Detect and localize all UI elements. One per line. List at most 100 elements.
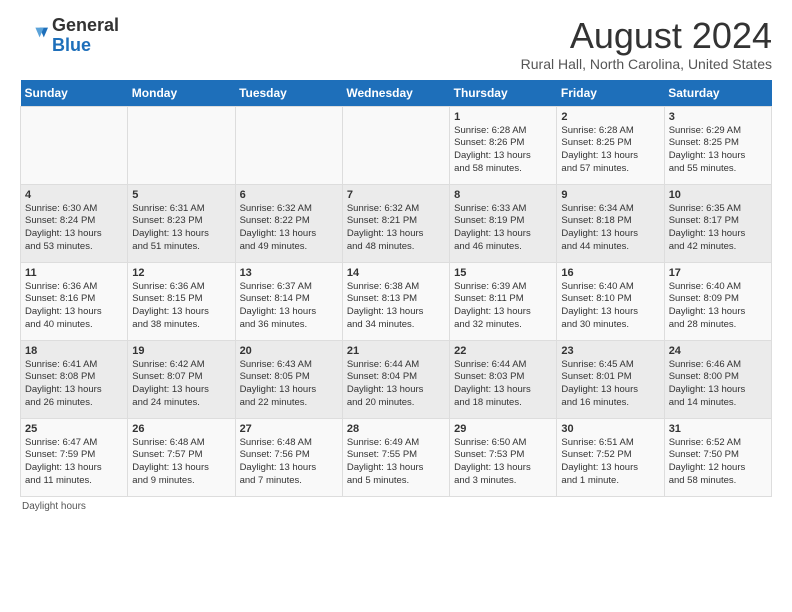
day-number: 11 bbox=[25, 267, 123, 279]
calendar-cell: 19Sunrise: 6:42 AM Sunset: 8:07 PM Dayli… bbox=[128, 340, 235, 418]
day-info: Sunrise: 6:40 AM Sunset: 8:10 PM Dayligh… bbox=[561, 281, 659, 332]
calendar-cell: 27Sunrise: 6:48 AM Sunset: 7:56 PM Dayli… bbox=[235, 418, 342, 496]
day-info: Sunrise: 6:42 AM Sunset: 8:07 PM Dayligh… bbox=[132, 359, 230, 410]
day-info: Sunrise: 6:52 AM Sunset: 7:50 PM Dayligh… bbox=[669, 437, 767, 488]
day-number: 23 bbox=[561, 345, 659, 357]
calendar-cell: 28Sunrise: 6:49 AM Sunset: 7:55 PM Dayli… bbox=[342, 418, 449, 496]
calendar-week-row: 4Sunrise: 6:30 AM Sunset: 8:24 PM Daylig… bbox=[21, 184, 772, 262]
day-info: Sunrise: 6:50 AM Sunset: 7:53 PM Dayligh… bbox=[454, 437, 552, 488]
day-number: 21 bbox=[347, 345, 445, 357]
calendar-cell: 24Sunrise: 6:46 AM Sunset: 8:00 PM Dayli… bbox=[664, 340, 771, 418]
day-number: 10 bbox=[669, 189, 767, 201]
calendar-cell: 2Sunrise: 6:28 AM Sunset: 8:25 PM Daylig… bbox=[557, 106, 664, 184]
calendar-cell bbox=[21, 106, 128, 184]
calendar-week-row: 25 Sunrise: 6:47 AM Sunset: 7:59 PM Dayli… bbox=[21, 418, 772, 496]
calendar-header-row: SundayMondayTuesdayWednesdayThursdayFrid… bbox=[21, 80, 772, 107]
calendar-header-wednesday: Wednesday bbox=[342, 80, 449, 107]
day-info: Sunrise: 6:31 AM Sunset: 8:23 PM Dayligh… bbox=[132, 203, 230, 254]
day-info: Sunrise: 6:46 AM Sunset: 8:00 PM Dayligh… bbox=[669, 359, 767, 410]
day-info: Sunrise: 6:29 AM Sunset: 8:25 PM Dayligh… bbox=[669, 125, 767, 176]
calendar-table: SundayMondayTuesdayWednesdayThursdayFrid… bbox=[20, 80, 772, 497]
day-info: Sunrise: 6:44 AM Sunset: 8:03 PM Dayligh… bbox=[454, 359, 552, 410]
calendar-cell: 29 Sunrise: 6:50 AM Sunset: 7:53 PM Dayli… bbox=[450, 418, 557, 496]
subtitle: Rural Hall, North Carolina, United State… bbox=[521, 56, 772, 72]
day-info: Sunrise: 6:28 AM Sunset: 8:26 PM Dayligh… bbox=[454, 125, 552, 176]
day-number: 14 bbox=[347, 267, 445, 279]
day-info: Sunrise: 6:34 AM Sunset: 8:18 PM Dayligh… bbox=[561, 203, 659, 254]
day-info: Sunrise: 6:43 AM Sunset: 8:05 PM Dayligh… bbox=[240, 359, 338, 410]
day-info: Sunrise: 6:40 AM Sunset: 8:09 PM Dayligh… bbox=[669, 281, 767, 332]
day-info: Sunrise: 6:37 AM Sunset: 8:14 PM Dayligh… bbox=[240, 281, 338, 332]
calendar-cell: 4Sunrise: 6:30 AM Sunset: 8:24 PM Daylig… bbox=[21, 184, 128, 262]
calendar-cell: 14 Sunrise: 6:38 AM Sunset: 8:13 PM Dayli… bbox=[342, 262, 449, 340]
day-info: Sunrise: 6:47 AM Sunset: 7:59 PM Dayligh… bbox=[25, 437, 123, 488]
calendar-cell: 15 Sunrise: 6:39 AM Sunset: 8:11 PM Dayli… bbox=[450, 262, 557, 340]
day-number: 25 bbox=[25, 423, 123, 435]
day-number: 2 bbox=[561, 111, 659, 123]
day-number: 15 bbox=[454, 267, 552, 279]
main-title: August 2024 bbox=[521, 16, 772, 56]
calendar-cell: 18Sunrise: 6:41 AM Sunset: 8:08 PM Dayli… bbox=[21, 340, 128, 418]
day-info: Sunrise: 6:35 AM Sunset: 8:17 PM Dayligh… bbox=[669, 203, 767, 254]
calendar-cell: 13 Sunrise: 6:37 AM Sunset: 8:14 PM Dayli… bbox=[235, 262, 342, 340]
calendar-cell: 23 Sunrise: 6:45 AM Sunset: 8:01 PM Dayli… bbox=[557, 340, 664, 418]
calendar-cell: 31 Sunrise: 6:52 AM Sunset: 7:50 PM Dayli… bbox=[664, 418, 771, 496]
calendar-cell: 11 Sunrise: 6:36 AM Sunset: 8:16 PM Dayli… bbox=[21, 262, 128, 340]
day-number: 22 bbox=[454, 345, 552, 357]
day-info: Sunrise: 6:51 AM Sunset: 7:52 PM Dayligh… bbox=[561, 437, 659, 488]
day-number: 8 bbox=[454, 189, 552, 201]
calendar-cell: 10 Sunrise: 6:35 AM Sunset: 8:17 PM Dayli… bbox=[664, 184, 771, 262]
day-number: 29 bbox=[454, 423, 552, 435]
day-number: 26 bbox=[132, 423, 230, 435]
calendar-cell: 20 Sunrise: 6:43 AM Sunset: 8:05 PM Dayli… bbox=[235, 340, 342, 418]
day-info: Sunrise: 6:39 AM Sunset: 8:11 PM Dayligh… bbox=[454, 281, 552, 332]
day-info: Sunrise: 6:30 AM Sunset: 8:24 PM Dayligh… bbox=[25, 203, 123, 254]
calendar-cell: 1 Sunrise: 6:28 AM Sunset: 8:26 PM Daylig… bbox=[450, 106, 557, 184]
day-number: 30 bbox=[561, 423, 659, 435]
calendar-cell: 6 Sunrise: 6:32 AM Sunset: 8:22 PM Daylig… bbox=[235, 184, 342, 262]
day-number: 31 bbox=[669, 423, 767, 435]
calendar-week-row: 18Sunrise: 6:41 AM Sunset: 8:08 PM Dayli… bbox=[21, 340, 772, 418]
calendar-cell bbox=[235, 106, 342, 184]
calendar-cell: 17 Sunrise: 6:40 AM Sunset: 8:09 PM Dayli… bbox=[664, 262, 771, 340]
calendar-body: 1 Sunrise: 6:28 AM Sunset: 8:26 PM Daylig… bbox=[21, 106, 772, 496]
day-info: Sunrise: 6:45 AM Sunset: 8:01 PM Dayligh… bbox=[561, 359, 659, 410]
day-info: Sunrise: 6:32 AM Sunset: 8:21 PM Dayligh… bbox=[347, 203, 445, 254]
day-info: Sunrise: 6:36 AM Sunset: 8:16 PM Dayligh… bbox=[25, 281, 123, 332]
title-block: August 2024 Rural Hall, North Carolina, … bbox=[521, 16, 772, 72]
day-number: 12 bbox=[132, 267, 230, 279]
calendar-cell bbox=[342, 106, 449, 184]
day-number: 7 bbox=[347, 189, 445, 201]
calendar-cell: 16Sunrise: 6:40 AM Sunset: 8:10 PM Dayli… bbox=[557, 262, 664, 340]
day-number: 17 bbox=[669, 267, 767, 279]
calendar-cell: 22 Sunrise: 6:44 AM Sunset: 8:03 PM Dayli… bbox=[450, 340, 557, 418]
day-number: 20 bbox=[240, 345, 338, 357]
logo-general: General bbox=[52, 15, 119, 35]
calendar-cell: 7 Sunrise: 6:32 AM Sunset: 8:21 PM Daylig… bbox=[342, 184, 449, 262]
calendar-cell: 5 Sunrise: 6:31 AM Sunset: 8:23 PM Daylig… bbox=[128, 184, 235, 262]
calendar-cell: 21Sunrise: 6:44 AM Sunset: 8:04 PM Dayli… bbox=[342, 340, 449, 418]
logo-icon bbox=[20, 22, 48, 50]
calendar-header-saturday: Saturday bbox=[664, 80, 771, 107]
calendar-header-thursday: Thursday bbox=[450, 80, 557, 107]
day-number: 13 bbox=[240, 267, 338, 279]
day-number: 1 bbox=[454, 111, 552, 123]
footer-note: Daylight hours bbox=[20, 501, 772, 512]
calendar-week-row: 11 Sunrise: 6:36 AM Sunset: 8:16 PM Dayli… bbox=[21, 262, 772, 340]
logo-blue: Blue bbox=[52, 35, 91, 55]
day-number: 9 bbox=[561, 189, 659, 201]
day-number: 27 bbox=[240, 423, 338, 435]
calendar-cell: 12Sunrise: 6:36 AM Sunset: 8:15 PM Dayli… bbox=[128, 262, 235, 340]
day-info: Sunrise: 6:38 AM Sunset: 8:13 PM Dayligh… bbox=[347, 281, 445, 332]
day-info: Sunrise: 6:32 AM Sunset: 8:22 PM Dayligh… bbox=[240, 203, 338, 254]
day-number: 6 bbox=[240, 189, 338, 201]
day-number: 3 bbox=[669, 111, 767, 123]
day-info: Sunrise: 6:49 AM Sunset: 7:55 PM Dayligh… bbox=[347, 437, 445, 488]
calendar-cell: 25 Sunrise: 6:47 AM Sunset: 7:59 PM Dayli… bbox=[21, 418, 128, 496]
day-info: Sunrise: 6:33 AM Sunset: 8:19 PM Dayligh… bbox=[454, 203, 552, 254]
calendar-cell bbox=[128, 106, 235, 184]
day-info: Sunrise: 6:48 AM Sunset: 7:57 PM Dayligh… bbox=[132, 437, 230, 488]
day-number: 5 bbox=[132, 189, 230, 201]
calendar-cell: 9 Sunrise: 6:34 AM Sunset: 8:18 PM Daylig… bbox=[557, 184, 664, 262]
calendar-cell: 26 Sunrise: 6:48 AM Sunset: 7:57 PM Dayli… bbox=[128, 418, 235, 496]
